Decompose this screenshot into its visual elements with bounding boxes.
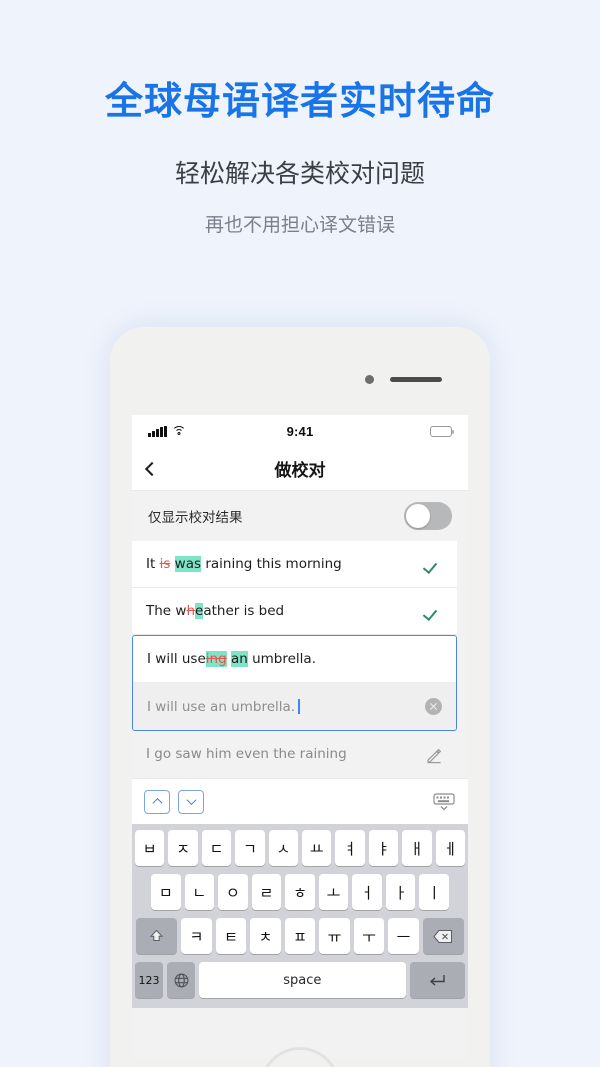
key-o[interactable]: ㅗ (318, 874, 349, 910)
nav-title: 做校对 (274, 461, 326, 481)
proof-row-1-text: It is was raining this morning (146, 555, 342, 572)
text-caret (298, 698, 300, 714)
key-g[interactable]: ㄱ (235, 830, 265, 866)
clear-circle-icon[interactable] (425, 698, 442, 715)
key-ng[interactable]: ㅇ (218, 874, 248, 910)
key-eo[interactable]: ㅓ (352, 874, 382, 910)
battery-full-icon (430, 425, 454, 437)
keyboard-row-1: ㅂ ㅈ ㄷ ㄱ ㅅ ㅛ ㅕ ㅑ ㅐ ㅔ (134, 830, 466, 866)
key-e[interactable]: ㅔ (435, 830, 466, 866)
key-h[interactable]: ㅎ (285, 874, 315, 910)
key-b[interactable]: ㅂ (134, 830, 165, 866)
key-t[interactable]: ㅌ (215, 918, 247, 954)
show-only-results-label: 仅显示校对结果 (148, 510, 243, 526)
show-only-results-row[interactable]: 仅显示校对结果 (132, 491, 468, 541)
status-bar: 9:41 (132, 415, 468, 447)
key-a[interactable]: ㅏ (385, 874, 416, 910)
selected-proof-block[interactable]: I will useing an umbrella. I will use an… (132, 635, 457, 731)
check-icon (423, 554, 443, 574)
key-yu[interactable]: ㅠ (319, 918, 350, 954)
space-key[interactable]: space (199, 962, 406, 998)
key-n[interactable]: ㄴ (184, 874, 215, 910)
marketing-headings: 全球母语译者实时待命 轻松解决各类校对问题 再也不用担心译文错误 (0, 78, 600, 237)
key-j[interactable]: ㅈ (168, 830, 198, 866)
phone-bezel-top (110, 327, 490, 389)
show-only-results-toggle[interactable] (404, 502, 452, 530)
table-row[interactable]: It is was raining this morning (132, 541, 457, 588)
toggle-knob (406, 504, 430, 528)
chevron-up-icon[interactable] (144, 789, 170, 814)
key-r[interactable]: ㄹ (251, 874, 282, 910)
key-eu[interactable]: ㅡ (388, 918, 419, 954)
promo-page: 全球母语译者实时待命 轻松解决各类校对问题 再也不用担心译文错误 9:41 做校… (0, 0, 600, 1067)
backspace-icon[interactable] (422, 918, 465, 954)
keyboard-row-2: ㅁ ㄴ ㅇ ㄹ ㅎ ㅗ ㅓ ㅏ ㅣ (135, 874, 465, 910)
page-title: 全球母语译者实时待命 (104, 79, 495, 123)
pencil-icon[interactable] (425, 746, 443, 764)
shift-icon[interactable] (136, 918, 178, 954)
proofreading-list: It is was raining this morning The wheat… (132, 541, 468, 778)
key-s[interactable]: ㅅ (268, 830, 298, 866)
table-row[interactable]: The wheather is bed (132, 588, 457, 635)
key-yeo[interactable]: ㅕ (335, 830, 365, 866)
front-camera-icon (365, 375, 374, 384)
table-row[interactable]: I go saw him even the raining (132, 731, 457, 778)
chevron-down-icon[interactable] (178, 789, 204, 814)
key-yo[interactable]: ㅛ (302, 830, 332, 866)
key-u[interactable]: ㅜ (353, 918, 385, 954)
proof-row-2-text: The wheather is bed (146, 602, 285, 619)
key-p[interactable]: ㅍ (284, 918, 316, 954)
selected-row-text: I will useing an umbrella. (147, 650, 316, 667)
correction-input-row[interactable]: I will use an umbrella. (133, 683, 456, 730)
key-k[interactable]: ㅋ (181, 918, 212, 954)
globe-icon[interactable] (167, 962, 195, 998)
check-icon (423, 601, 443, 621)
keyboard-toolbar (132, 778, 468, 824)
hide-keyboard-icon[interactable] (432, 792, 456, 812)
correction-input[interactable]: I will use an umbrella. (147, 698, 425, 715)
keyboard-row-3: ㅋ ㅌ ㅊ ㅍ ㅠ ㅜ ㅡ (135, 918, 465, 954)
proof-row-4-text: I go saw him even the raining (146, 746, 347, 763)
key-d[interactable]: ㄷ (201, 830, 232, 866)
korean-keyboard: ㅂ ㅈ ㄷ ㄱ ㅅ ㅛ ㅕ ㅑ ㅐ ㅔ ㅁ ㄴ ㅇ ㄹ ㅎ ㅗ ㅓ ㅏ ㅣ ㅋ … (132, 824, 468, 1008)
phone-mockup: 9:41 做校对 仅显示校对结果 It is was raining this … (110, 327, 490, 1067)
return-icon[interactable] (409, 962, 465, 998)
keyboard-row-4: 123 space (135, 962, 465, 998)
subheading: 轻松解决各类校对问题 (174, 158, 425, 188)
phone-screen: 9:41 做校对 仅显示校对结果 It is was raining this … (132, 415, 468, 1059)
status-bar-right (430, 425, 454, 437)
key-i[interactable]: ㅣ (419, 874, 450, 910)
key-ae[interactable]: ㅐ (402, 830, 432, 866)
key-ya[interactable]: ㅑ (368, 830, 399, 866)
nav-bar: 做校对 (132, 447, 468, 491)
key-ch[interactable]: ㅊ (250, 918, 281, 954)
status-bar-time: 9:41 (286, 423, 314, 439)
key-m[interactable]: ㅁ (150, 874, 181, 910)
numeric-key[interactable]: 123 (135, 962, 163, 998)
subheading-secondary: 再也不用担心译文错误 (204, 213, 395, 236)
table-row-selected[interactable]: I will useing an umbrella. (133, 636, 456, 683)
earpiece-speaker (390, 377, 442, 382)
